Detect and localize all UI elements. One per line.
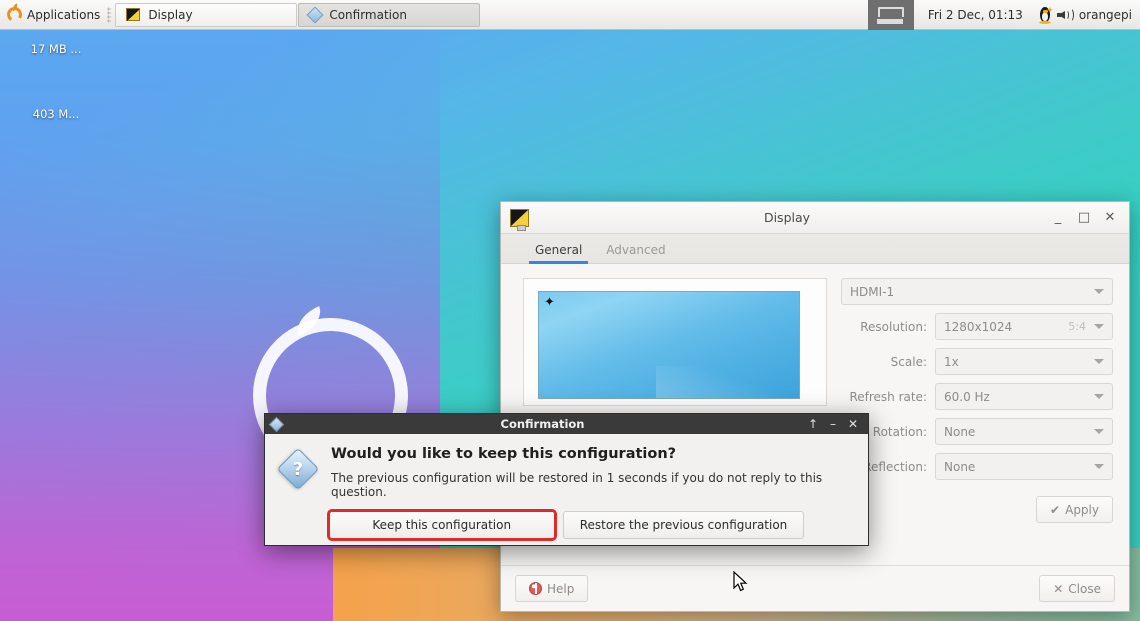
orangepi-menu-icon bbox=[5, 5, 24, 24]
field-label: Refresh rate: bbox=[849, 389, 927, 404]
rotation-select[interactable]: None bbox=[935, 418, 1113, 445]
diamond-icon bbox=[306, 6, 324, 23]
help-button[interactable]: Help bbox=[515, 575, 589, 602]
chevron-down-icon bbox=[1094, 429, 1104, 434]
question-mark-icon: ? bbox=[276, 447, 320, 491]
show-desktop-icon bbox=[874, 6, 905, 26]
field-rotation: Rotation: None bbox=[841, 418, 1113, 445]
taskbar-button-display[interactable]: Display bbox=[115, 2, 298, 27]
apply-button-label: Apply bbox=[1065, 502, 1099, 517]
help-button-label: Help bbox=[547, 581, 575, 596]
desktop-icon-label: 403 M... bbox=[32, 107, 80, 121]
restore-previous-configuration-button[interactable]: Restore the previous configuration bbox=[562, 511, 805, 539]
desktop-icon-label: 17 MB ... bbox=[30, 42, 82, 56]
close-button[interactable]: ✕ bbox=[1097, 205, 1123, 231]
taskbar: Applications Display Confirmation Fri 2 … bbox=[0, 0, 1140, 30]
check-icon: ✔ bbox=[1050, 502, 1061, 517]
confirmation-dialog: Confirmation ↑ – ✕ ? Would you like to k… bbox=[264, 413, 869, 546]
refresh-rate-select[interactable]: 60.0 Hz bbox=[935, 383, 1113, 410]
scale-select[interactable]: 1x bbox=[935, 348, 1113, 375]
reflection-value: None bbox=[944, 459, 976, 474]
display-tabstrip: General Advanced bbox=[501, 234, 1129, 264]
clock[interactable]: Fri 2 Dec, 01:13 bbox=[914, 8, 1037, 22]
speaker-volume-icon[interactable] bbox=[1056, 7, 1075, 23]
display-settings-column: HDMI-1 Resolution: 1280x1024 5:4 Scale: … bbox=[841, 278, 1113, 565]
taskbar-button-label: Confirmation bbox=[329, 7, 407, 22]
chevron-down-icon bbox=[1094, 324, 1104, 329]
display-window-title: Display bbox=[763, 210, 811, 225]
monitor-preview-hdmi1[interactable]: ✦ bbox=[538, 291, 800, 399]
confirmation-button-row: Keep this configuration Restore the prev… bbox=[265, 499, 868, 551]
confirmation-text-block: Would you like to keep this configuratio… bbox=[331, 446, 854, 499]
close-button[interactable]: ✕ bbox=[843, 414, 863, 434]
taskbar-button-confirmation[interactable]: Confirmation bbox=[298, 2, 481, 27]
rotation-value: None bbox=[944, 424, 976, 439]
close-button-footer[interactable]: ✕ Close bbox=[1039, 575, 1115, 602]
chevron-down-icon bbox=[1094, 394, 1104, 399]
confirmation-titlebar[interactable]: Confirmation ↑ – ✕ bbox=[265, 414, 868, 434]
apply-button[interactable]: ✔ Apply bbox=[1036, 496, 1113, 523]
help-icon bbox=[529, 582, 542, 595]
scale-value: 1x bbox=[944, 354, 959, 369]
monitor-preview-area[interactable]: ✦ bbox=[523, 278, 827, 406]
field-reflection: Reflection: None bbox=[841, 453, 1113, 480]
panel-handle[interactable] bbox=[107, 6, 112, 23]
tux-penguin-icon[interactable]: ✦ bbox=[1037, 6, 1054, 24]
output-select-hdmi1[interactable]: HDMI-1 bbox=[841, 278, 1113, 305]
chevron-down-icon bbox=[1094, 289, 1104, 294]
desktop-icon-volume-17mb[interactable]: 17 MB ... bbox=[6, 42, 106, 56]
sparkle-icon: ✦ bbox=[544, 295, 555, 310]
taskbar-button-label: Display bbox=[148, 7, 193, 22]
confirmation-title: Confirmation bbox=[500, 417, 585, 431]
applications-menu-button[interactable]: Applications bbox=[0, 0, 106, 29]
minimize-button[interactable]: _ bbox=[1045, 205, 1071, 231]
confirmation-heading: Would you like to keep this configuratio… bbox=[331, 446, 677, 462]
applications-menu-label: Applications bbox=[27, 7, 101, 22]
system-tray: ✦ orangepi bbox=[1037, 6, 1140, 24]
desktop-icon-volume-403m[interactable]: 403 M... bbox=[6, 107, 106, 121]
chevron-down-icon bbox=[1094, 464, 1104, 469]
resolution-value: 1280x1024 bbox=[944, 319, 1013, 334]
minimize-button[interactable]: – bbox=[823, 414, 843, 434]
close-x-icon: ✕ bbox=[1053, 581, 1064, 596]
close-button-label: Close bbox=[1068, 581, 1101, 596]
field-resolution: Resolution: 1280x1024 5:4 bbox=[841, 313, 1113, 340]
reflection-select[interactable]: None bbox=[935, 453, 1113, 480]
display-icon bbox=[126, 8, 141, 21]
show-desktop-button[interactable] bbox=[867, 0, 914, 30]
apply-row: ✔ Apply bbox=[841, 488, 1113, 523]
resolution-aspect: 5:4 bbox=[1068, 320, 1086, 333]
shade-button[interactable]: ↑ bbox=[803, 414, 823, 434]
resolution-select[interactable]: 1280x1024 5:4 bbox=[935, 313, 1113, 340]
display-icon bbox=[510, 208, 529, 231]
preview-sheen bbox=[656, 366, 799, 398]
tab-general[interactable]: General bbox=[523, 239, 594, 264]
maximize-button[interactable]: □ bbox=[1071, 205, 1097, 231]
field-label: Resolution: bbox=[860, 319, 927, 334]
refresh-rate-value: 60.0 Hz bbox=[944, 389, 990, 404]
field-refresh-rate: Refresh rate: 60.0 Hz bbox=[841, 383, 1113, 410]
confirmation-body: ? Would you like to keep this configurat… bbox=[265, 434, 868, 499]
display-window-titlebar[interactable]: Display _ □ ✕ bbox=[501, 202, 1129, 234]
display-window-footer: Help ✕ Close bbox=[501, 565, 1129, 611]
output-select-value: HDMI-1 bbox=[850, 284, 895, 299]
field-scale: Scale: 1x bbox=[841, 348, 1113, 375]
username-label[interactable]: orangepi bbox=[1079, 8, 1134, 22]
chevron-down-icon bbox=[1094, 359, 1104, 364]
keep-this-configuration-button[interactable]: Keep this configuration bbox=[326, 509, 557, 541]
tab-advanced[interactable]: Advanced bbox=[594, 239, 677, 263]
field-label: Scale: bbox=[890, 354, 927, 369]
confirmation-subtext: The previous configuration will be resto… bbox=[331, 471, 823, 499]
